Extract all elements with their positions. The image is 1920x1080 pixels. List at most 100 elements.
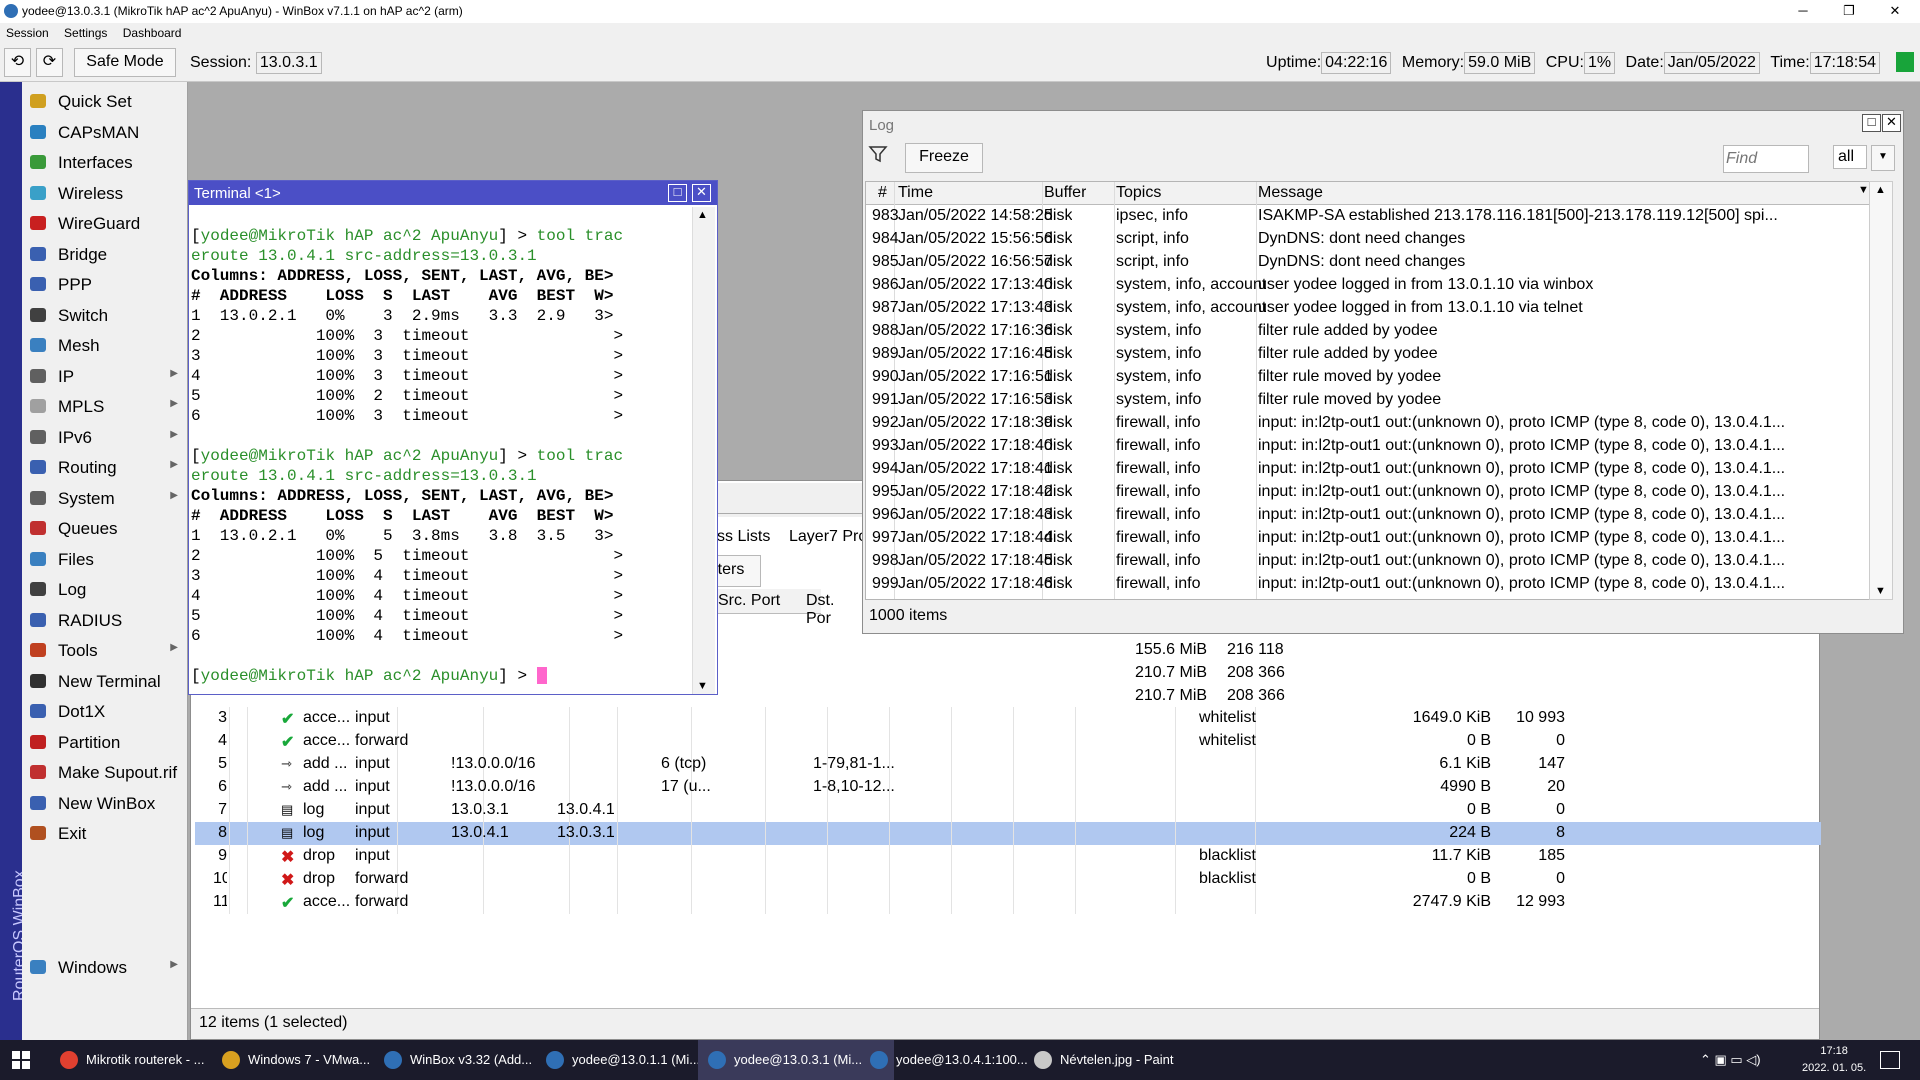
log-maximize-button[interactable]: □: [1862, 114, 1881, 132]
column-menu-icon[interactable]: ▼: [1858, 184, 1869, 196]
table-row[interactable]: 10 ✖ drop forward blacklist 0 B0: [195, 868, 1821, 891]
log-row[interactable]: 994 Jan/05/2022 17:18:41 disk firewall, inf…: [866, 458, 1874, 481]
maximize-button[interactable]: ❐: [1826, 0, 1872, 23]
log-row[interactable]: 984 Jan/05/2022 15:56:56 disk script, info D…: [866, 228, 1874, 251]
menu-dashboard[interactable]: Dashboard: [117, 23, 188, 40]
sidebar-item-bridge[interactable]: Bridge: [22, 239, 188, 269]
table-row[interactable]: 9 ✖ drop input blacklist 11.7 KiB 185: [195, 845, 1821, 868]
log-entry-message: filter rule moved by yodee: [1258, 368, 1442, 385]
sidebar-item-partition[interactable]: Partition: [22, 727, 188, 757]
log-scrollbar[interactable]: ▲ ▼: [1869, 181, 1893, 600]
log-row[interactable]: 996 Jan/05/2022 17:18:43 disk firewall, inf…: [866, 504, 1874, 527]
menu-settings[interactable]: Settings: [58, 23, 113, 40]
terminal-maximize-button[interactable]: □: [668, 184, 687, 202]
scroll-down-icon[interactable]: ▼: [697, 680, 708, 692]
log-col-number[interactable]: #: [878, 184, 887, 202]
log-row[interactable]: 995 Jan/05/2022 17:18:42 disk firewall, inf…: [866, 481, 1874, 504]
sidebar-item-quick-set[interactable]: Quick Set: [22, 86, 188, 116]
sidebar-item-windows[interactable]: Windows ▶: [22, 952, 188, 982]
log-row[interactable]: 989 Jan/05/2022 17:16:45 disk system, info f…: [866, 343, 1874, 366]
log-entry-buffer: disk: [1044, 391, 1073, 408]
log-row[interactable]: 991 Jan/05/2022 17:16:53 disk system, info f…: [866, 389, 1874, 412]
log-row[interactable]: 987 Jan/05/2022 17:13:43 disk system, info,…: [866, 297, 1874, 320]
scroll-up-icon[interactable]: ▲: [697, 209, 708, 221]
scroll-down-icon[interactable]: ▼: [1875, 585, 1886, 597]
sidebar-item-radius[interactable]: RADIUS: [22, 605, 188, 635]
sidebar-item-interfaces[interactable]: Interfaces: [22, 147, 188, 177]
sidebar-item-files[interactable]: Files: [22, 544, 188, 574]
col-src-port[interactable]: Src. Port: [718, 592, 780, 610]
terminal-close-button[interactable]: ✕: [692, 184, 711, 202]
filter-icon[interactable]: [867, 143, 889, 165]
sidebar-item-wireguard[interactable]: WireGuard: [22, 208, 188, 238]
safe-mode-button[interactable]: Safe Mode: [74, 48, 176, 77]
sidebar-item-ip[interactable]: IP ▶: [22, 361, 188, 391]
table-row[interactable]: 7 ▤ log input 13.0.3.1 13.0.4.1 0 B0: [195, 799, 1821, 822]
menu-session[interactable]: Session: [0, 23, 55, 40]
log-col-time[interactable]: Time: [898, 184, 933, 202]
log-row[interactable]: 992 Jan/05/2022 17:18:39 disk firewall, inf…: [866, 412, 1874, 435]
scroll-up-icon[interactable]: ▲: [1875, 184, 1886, 196]
windows-start-icon[interactable]: [12, 1051, 30, 1069]
log-row[interactable]: 999 Jan/05/2022 17:18:46 disk firewall, inf…: [866, 573, 1874, 596]
log-find-input[interactable]: [1723, 145, 1809, 173]
log-col-buffer[interactable]: Buffer: [1044, 184, 1086, 202]
col-dst-port[interactable]: Dst. Por: [806, 592, 834, 628]
undo-button[interactable]: ⟲: [4, 48, 31, 77]
sidebar-item-queues[interactable]: Queues: [22, 513, 188, 543]
log-row[interactable]: 993 Jan/05/2022 17:18:40 disk firewall, inf…: [866, 435, 1874, 458]
table-row[interactable]: 11 ✔ acce... forward 2747.9 KiB 12 993: [195, 891, 1821, 914]
log-filter-select[interactable]: all: [1833, 145, 1867, 169]
log-row[interactable]: 988 Jan/05/2022 17:16:36 disk system, info f…: [866, 320, 1874, 343]
sidebar-item-make-supout-rif[interactable]: Make Supout.rif: [22, 757, 188, 787]
session-field[interactable]: 13.0.3.1: [255, 52, 322, 74]
sidebar-item-system[interactable]: System ▶: [22, 483, 188, 513]
log-entry-topics: system, info: [1116, 345, 1202, 362]
taskbar-item[interactable]: Névtelen.jpg - Paint: [1024, 1040, 1220, 1080]
table-row[interactable]: 6 ⇾ add ... input !13.0.0.0/16 17 (u... 1-8,10…: [195, 776, 1821, 799]
sidebar-item-new-winbox[interactable]: New WinBox: [22, 788, 188, 818]
sidebar-item-tools[interactable]: Tools ▶: [22, 635, 188, 665]
sidebar-item-ipv6[interactable]: IPv6 ▶: [22, 422, 188, 452]
log-row[interactable]: 998 Jan/05/2022 17:18:45 disk firewall, inf…: [866, 550, 1874, 573]
terminal-scrollbar[interactable]: ▲ ▼: [692, 207, 715, 694]
system-tray-icons[interactable]: ⌃ ▣ ▭ ◁): [1700, 1052, 1761, 1068]
redo-button[interactable]: ⟳: [36, 48, 63, 77]
log-row[interactable]: 985 Jan/05/2022 16:56:57 disk script, info D…: [866, 251, 1874, 274]
dropdown-arrow-icon[interactable]: ▼: [1871, 145, 1895, 171]
sidebar-item-switch[interactable]: Switch: [22, 300, 188, 330]
log-col-topics[interactable]: Topics: [1116, 184, 1161, 202]
sidebar-item-routing[interactable]: Routing ▶: [22, 452, 188, 482]
log-col-message[interactable]: Message: [1258, 184, 1323, 202]
log-entry-message: DynDNS: dont need changes: [1258, 230, 1466, 247]
sidebar-item-new-terminal[interactable]: New Terminal: [22, 666, 188, 696]
sidebar-item-dot1x[interactable]: Dot1X: [22, 696, 188, 726]
tab-address-lists[interactable]: ss Lists: [717, 528, 770, 546]
log-row[interactable]: 997 Jan/05/2022 17:18:44 disk firewall, inf…: [866, 527, 1874, 550]
close-button[interactable]: ✕: [1872, 0, 1918, 23]
log-row[interactable]: 983 Jan/05/2022 14:58:25 disk ipsec, info IS…: [866, 205, 1874, 228]
log-entry-time: Jan/05/2022 17:18:42: [898, 483, 1053, 500]
taskbar-clock[interactable]: 17:18 2022. 01. 05.: [1802, 1043, 1866, 1077]
log-row[interactable]: 986 Jan/05/2022 17:13:40 disk system, info,…: [866, 274, 1874, 297]
sidebar-item-wireless[interactable]: Wireless: [22, 178, 188, 208]
log-row[interactable]: 990 Jan/05/2022 17:16:51 disk system, info f…: [866, 366, 1874, 389]
notification-icon[interactable]: [1880, 1051, 1900, 1069]
sidebar-item-log[interactable]: Log: [22, 574, 188, 604]
freeze-button[interactable]: Freeze: [905, 143, 983, 173]
minimize-button[interactable]: ─: [1780, 0, 1826, 23]
sidebar-item-exit[interactable]: Exit: [22, 818, 188, 848]
sidebar-item-ppp[interactable]: PPP: [22, 269, 188, 299]
table-row[interactable]: 8 ▤ log input 13.0.4.1 13.0.3.1 224 B8: [195, 822, 1821, 845]
sidebar-item-mpls[interactable]: MPLS ▶: [22, 391, 188, 421]
terminal-output[interactable]: [yodee@MikroTik hAP ac^2 ApuAnyu] > tool…: [191, 226, 691, 686]
table-row[interactable]: 5 ⇾ add ... input !13.0.0.0/16 6 (tcp) 1-79,81…: [195, 753, 1821, 776]
table-row[interactable]: 3 ✔ acce... input whitelist 1649.0 KiB 10 993: [195, 707, 1821, 730]
sidebar-item-capsman[interactable]: CAPsMAN: [22, 117, 188, 147]
log-entry-time: Jan/05/2022 17:18:39: [898, 414, 1053, 431]
log-close-button[interactable]: ✕: [1882, 114, 1901, 132]
tab-layer7-protocols[interactable]: Layer7 Pro: [789, 528, 867, 546]
table-row[interactable]: 4 ✔ acce... forward whitelist 0 B0: [195, 730, 1821, 753]
sidebar-item-mesh[interactable]: Mesh: [22, 330, 188, 360]
winbox-app-icon: [4, 4, 18, 18]
